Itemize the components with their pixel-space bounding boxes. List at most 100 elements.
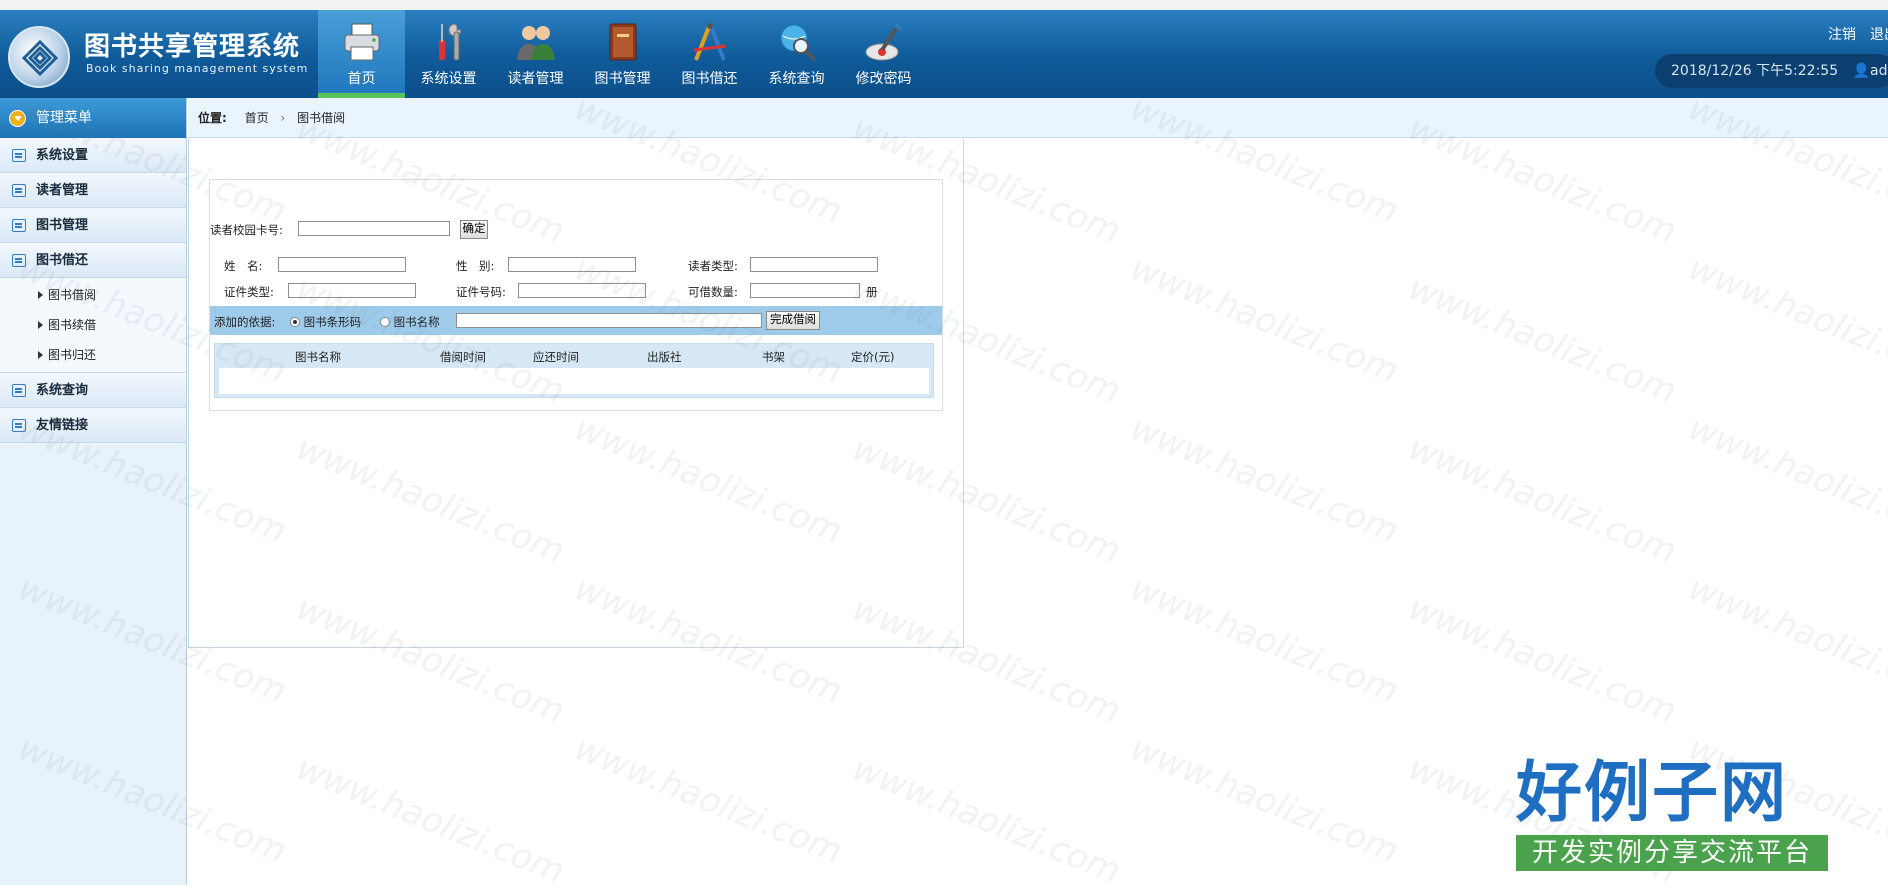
radio-name-option[interactable]: 图书名称	[380, 314, 440, 330]
nav-book-management[interactable]: 图书管理	[579, 10, 666, 98]
pen-icon	[865, 23, 902, 61]
table-body	[219, 368, 929, 394]
sidebar-item-label: 图书管理	[36, 218, 89, 233]
radio-name-label: 图书名称	[393, 315, 440, 329]
col-header: 定价(元)	[851, 350, 895, 364]
datetime-display: 2018/12/26 下午5:22:55 👤admin	[1655, 54, 1888, 88]
nav-reader-management[interactable]: 读者管理	[492, 10, 579, 98]
breadcrumb-prefix: 位置:	[198, 111, 227, 125]
sidebar-item-book-management[interactable]: 图书管理	[0, 208, 186, 243]
watermark-text: www.haolizi.com	[568, 728, 848, 872]
borrow-count-field[interactable]	[750, 283, 860, 298]
nav-label: 图书管理	[594, 71, 651, 87]
datetime-text: 2018/12/26 下午5:22:55	[1671, 63, 1839, 79]
sidebar-subitem-borrow[interactable]: 图书借阅	[0, 280, 186, 310]
watermark-text: www.haolizi.com	[1402, 428, 1682, 572]
edit-icon	[12, 219, 26, 232]
sidebar-item-borrow-return[interactable]: 图书借还	[0, 243, 186, 278]
calendar-icon	[12, 254, 26, 267]
nav-book-borrow-return[interactable]: 图书借还	[666, 10, 753, 98]
col-header: 图书名称	[295, 350, 341, 364]
header-links: 注销退出	[1828, 24, 1888, 44]
borrow-count-label: 可借数量:	[688, 285, 738, 299]
book-icon	[609, 23, 636, 61]
current-user[interactable]: admin	[1870, 63, 1888, 79]
app-logo: 图书共享管理系统 Book sharing management system	[8, 22, 308, 88]
radio-name[interactable]	[380, 317, 390, 327]
borrow-unit: 册	[866, 285, 878, 299]
card-label: 读者校园卡号:	[210, 223, 283, 237]
sidebar-title: 管理菜单	[36, 110, 92, 126]
watermark-text: www.haolizi.com	[1124, 568, 1404, 712]
add-book-bar: 添加的依据: 图书条形码 图书名称 完成借阅	[210, 306, 942, 335]
tools-icon	[438, 23, 462, 61]
breadcrumb-home[interactable]: 首页	[245, 111, 269, 125]
id-type-field[interactable]	[288, 283, 416, 298]
sidebar: 管理菜单 系统设置 读者管理 图书管理 图书借还 图书借阅 图书续借 图书归还 …	[0, 98, 187, 885]
nav-label: 读者管理	[507, 71, 564, 87]
borrow-table: 图书名称 借阅时间 应还时间 出版社 书架 定价(元)	[214, 343, 934, 398]
sidebar-item-label: 图书借还	[36, 253, 89, 268]
watermark-text: www.haolizi.com	[1124, 408, 1404, 552]
nav-label: 系统设置	[420, 71, 477, 87]
confirm-button[interactable]: 确定	[460, 220, 488, 239]
watermark-text: www.haolizi.com	[1124, 248, 1404, 392]
sidebar-subitem-renew[interactable]: 图书续借	[0, 310, 186, 340]
sidebar-item-system-settings[interactable]: 系统设置	[0, 138, 186, 173]
add-by-label: 添加的依据:	[214, 315, 276, 329]
content-frame: 读者校园卡号: 确定 姓 名: 性 别: 读者类型: 证件类型: 证件号码: 可…	[188, 139, 964, 648]
reader-type-field[interactable]	[750, 257, 878, 272]
sidebar-header[interactable]: 管理菜单	[0, 98, 186, 138]
book-key-input[interactable]	[456, 313, 762, 328]
radio-barcode-option[interactable]: 图书条形码	[290, 314, 361, 330]
radio-barcode[interactable]	[290, 317, 300, 327]
user-icon: 👤	[1852, 63, 1871, 79]
message-icon	[12, 184, 26, 197]
drafting-icon	[693, 23, 726, 61]
col-header: 应还时间	[533, 350, 579, 364]
watermark-text: www.haolizi.com	[1682, 248, 1888, 392]
app-title: 图书共享管理系统	[84, 32, 301, 62]
id-type-label: 证件类型:	[224, 285, 274, 299]
nav-label: 系统查询	[768, 71, 825, 87]
sidebar-item-reader-management[interactable]: 读者管理	[0, 173, 186, 208]
nav-system-settings[interactable]: 系统设置	[405, 10, 492, 98]
brand-title: 好例子网	[1516, 754, 1788, 831]
globe-search-icon	[780, 24, 816, 62]
nav-label: 修改密码	[855, 71, 912, 87]
logo-badge-icon	[8, 26, 70, 88]
table-header: 图书名称 借阅时间 应还时间 出版社 书架 定价(元)	[215, 344, 933, 368]
reader-type-label: 读者类型:	[688, 259, 738, 273]
exit-link[interactable]: 退出	[1870, 27, 1888, 43]
watermark-text: www.haolizi.com	[1682, 408, 1888, 552]
nav-system-query[interactable]: 系统查询	[753, 10, 840, 98]
borrow-form: 读者校园卡号: 确定 姓 名: 性 别: 读者类型: 证件类型: 证件号码: 可…	[209, 179, 943, 411]
col-header: 书架	[762, 350, 785, 364]
col-header: 出版社	[647, 350, 682, 364]
nav-change-password[interactable]: 修改密码	[840, 10, 927, 98]
watermark-text: www.haolizi.com	[1402, 268, 1682, 412]
nav-home[interactable]: 首页	[318, 10, 405, 98]
logout-link[interactable]: 注销	[1828, 27, 1856, 43]
sidebar-item-label: 系统查询	[36, 383, 89, 398]
nav-label: 首页	[347, 71, 376, 87]
sidebar-item-system-query[interactable]: 系统查询	[0, 373, 186, 408]
sidebar-item-links[interactable]: 友情链接	[0, 408, 186, 443]
users-icon	[516, 26, 555, 60]
sidebar-submenu: 图书借阅 图书续借 图书归还	[0, 278, 186, 373]
printer-icon	[344, 23, 379, 61]
sidebar-item-label: 读者管理	[36, 183, 89, 198]
chevron-down-icon	[9, 110, 26, 127]
id-number-label: 证件号码:	[456, 285, 506, 299]
id-number-field[interactable]	[518, 283, 646, 298]
main-nav: 首页 系统设置 读者管理 图书管理 图书借还 系统查询 修改密码	[318, 10, 927, 98]
card-number-input[interactable]	[298, 221, 450, 236]
brand-subtitle: 开发实例分享交流平台	[1516, 835, 1828, 871]
bookmarks-bar	[0, 0, 1888, 10]
name-field[interactable]	[278, 257, 406, 272]
breadcrumb: 位置: 首页 › 图书借阅	[188, 98, 1888, 138]
finish-borrow-button[interactable]: 完成借阅	[766, 311, 820, 330]
gender-field[interactable]	[508, 257, 636, 272]
radio-barcode-label: 图书条形码	[303, 315, 362, 329]
sidebar-subitem-return[interactable]: 图书归还	[0, 340, 186, 370]
